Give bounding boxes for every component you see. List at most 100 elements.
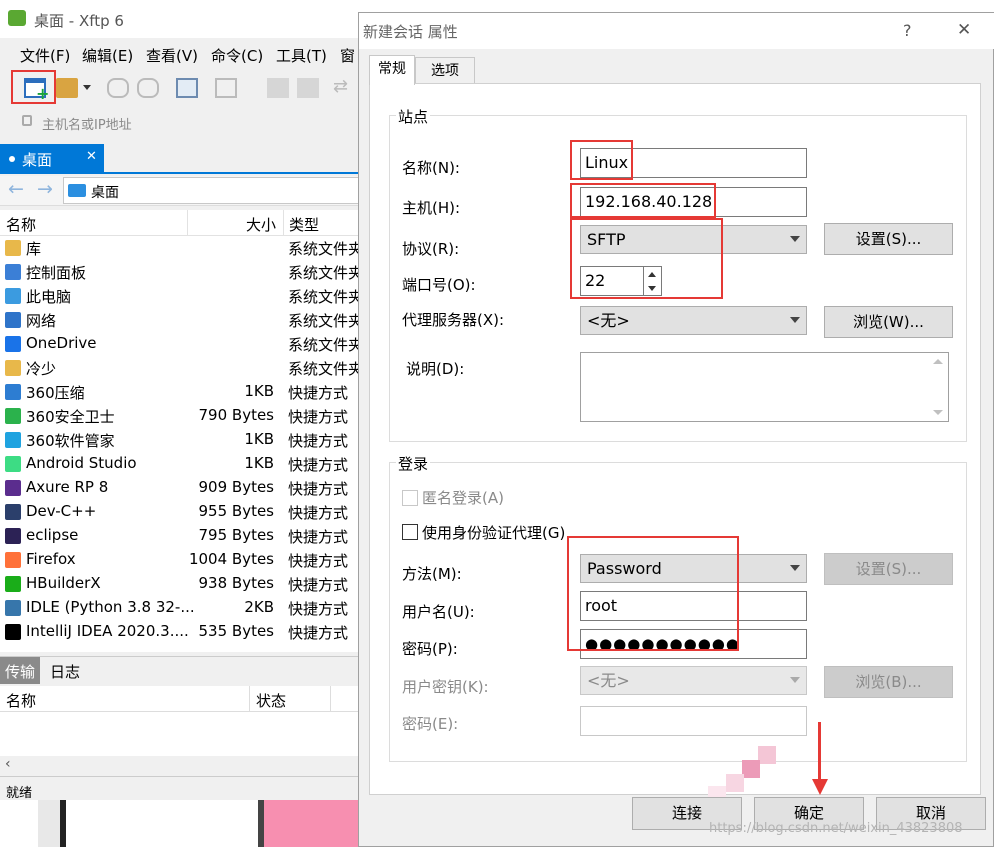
tab-desktop[interactable]: 桌面 ✕	[0, 144, 104, 174]
file-row[interactable]: 此电脑 系统文件夹	[0, 284, 360, 308]
proxy-select[interactable]: <无>	[580, 306, 807, 335]
file-row[interactable]: eclipse 795 Bytes 快捷方式	[0, 524, 360, 548]
tab-close-icon[interactable]: ✕	[86, 149, 97, 164]
transfer-tabs: 传输 日志	[0, 656, 360, 684]
file-row[interactable]: OneDrive 系统文件夹	[0, 332, 360, 356]
username-label: 用户名(U):	[402, 603, 475, 621]
tab-transfer[interactable]: 传输	[0, 657, 40, 684]
transfer-icon: ⇄	[333, 76, 349, 97]
file-row[interactable]: IDLE (Python 3.8 32-... 2KB 快捷方式	[0, 596, 360, 620]
horizontal-scrollbar[interactable]: ‹	[0, 756, 360, 774]
file-row[interactable]: 360安全卫士 790 Bytes 快捷方式	[0, 404, 360, 428]
transfer-column-name[interactable]: 名称	[6, 690, 36, 711]
file-size: 2KB	[244, 598, 274, 616]
userkey-select[interactable]: <无>	[580, 666, 807, 695]
tab-log[interactable]: 日志	[50, 661, 80, 682]
file-row[interactable]: 360压缩 1KB 快捷方式	[0, 380, 360, 404]
file-name: 360软件管家	[26, 432, 115, 450]
file-row[interactable]: IntelliJ IDEA 2020.3.... 535 Bytes 快捷方式	[0, 620, 360, 644]
session-settings-icon[interactable]	[176, 78, 198, 98]
file-row[interactable]: 控制面板 系统文件夹	[0, 260, 360, 284]
file-name: Firefox	[26, 550, 76, 568]
protocol-label: 协议(R):	[402, 240, 460, 258]
mosaic-decoration	[708, 746, 788, 798]
tab-options[interactable]: 选项	[415, 57, 475, 84]
file-name: Axure RP 8	[26, 478, 109, 496]
menu-edit[interactable]: 编辑(E)	[82, 45, 133, 66]
file-icon	[5, 432, 21, 448]
userkey-browse-button[interactable]: 浏览(B)...	[824, 666, 953, 698]
file-row[interactable]: Firefox 1004 Bytes 快捷方式	[0, 548, 360, 572]
menu-tools[interactable]: 工具(T)	[276, 45, 327, 66]
file-row[interactable]: Axure RP 8 909 Bytes 快捷方式	[0, 476, 360, 500]
menu-file[interactable]: 文件(F)	[20, 45, 70, 66]
file-row[interactable]: HBuilderX 938 Bytes 快捷方式	[0, 572, 360, 596]
method-settings-button[interactable]: 设置(S)...	[824, 553, 953, 585]
login-group-label: 登录	[396, 453, 431, 474]
open-dropdown-icon[interactable]	[83, 85, 91, 90]
back-arrow-icon[interactable]: ←	[8, 178, 24, 200]
transfer-column-status[interactable]: 状态	[256, 690, 286, 711]
agent-checkbox[interactable]	[402, 524, 418, 540]
file-row[interactable]: 360软件管家 1KB 快捷方式	[0, 428, 360, 452]
open-folder-icon[interactable]	[56, 78, 78, 98]
menu-window[interactable]: 窗	[340, 45, 355, 66]
userkey-value: <无>	[587, 671, 630, 690]
file-row[interactable]: 冷少 系统文件夹	[0, 356, 360, 380]
address-input[interactable]: 主机名或IP地址	[42, 114, 132, 133]
dialog-titlebar: 新建会话 属性 ? ✕	[359, 13, 994, 49]
scroll-down-icon[interactable]	[933, 410, 943, 415]
transfer-list	[0, 712, 360, 756]
file-name: HBuilderX	[26, 574, 101, 592]
xftp-menubar: 文件(F) 编辑(E) 查看(V) 命令(C) 工具(T) 窗	[0, 38, 360, 70]
highlight-name	[570, 140, 633, 180]
file-size: 1KB	[244, 454, 274, 472]
column-type[interactable]: 类型	[289, 214, 319, 235]
description-textarea[interactable]	[580, 352, 949, 422]
tab-general[interactable]: 常规	[369, 55, 415, 85]
scroll-up-icon[interactable]	[933, 359, 943, 364]
proxy-value: <无>	[587, 311, 630, 330]
file-icon	[5, 576, 21, 592]
file-type: 快捷方式	[288, 624, 349, 642]
file-icon	[5, 456, 21, 472]
file-icon	[5, 600, 21, 616]
file-icon	[5, 288, 21, 304]
file-row[interactable]: 库 系统文件夹	[0, 236, 360, 260]
file-size: 955 Bytes	[198, 502, 275, 520]
anonymous-checkbox[interactable]	[402, 490, 418, 506]
scroll-left-icon[interactable]: ‹	[5, 756, 11, 772]
file-size: 1004 Bytes	[188, 550, 274, 568]
file-row[interactable]: Dev-C++ 955 Bytes 快捷方式	[0, 500, 360, 524]
file-type: 快捷方式	[288, 504, 349, 522]
protocol-settings-button[interactable]: 设置(S)...	[824, 223, 953, 255]
help-button[interactable]: ?	[903, 21, 912, 40]
menu-view[interactable]: 查看(V)	[146, 45, 198, 66]
file-icon	[5, 312, 21, 328]
method-label: 方法(M):	[402, 565, 462, 583]
userkey-label: 用户密钥(K):	[402, 678, 489, 696]
proxy-browse-button[interactable]: 浏览(W)...	[824, 306, 953, 338]
status-text: 就绪	[6, 786, 33, 801]
tab-desktop-label: 桌面	[22, 151, 53, 169]
column-name[interactable]: 名称	[6, 214, 36, 235]
file-row[interactable]: 网络 系统文件夹	[0, 308, 360, 332]
path-input[interactable]: 桌面	[63, 177, 360, 204]
strip-block	[264, 800, 360, 847]
anonymous-label: 匿名登录(A)	[422, 489, 504, 507]
menu-command[interactable]: 命令(C)	[211, 45, 263, 66]
xftp-window-title: 桌面 - Xftp 6	[34, 12, 124, 30]
file-icon	[5, 384, 21, 400]
file-row[interactable]: Android Studio 1KB 快捷方式	[0, 452, 360, 476]
file-type: 系统文件夹	[288, 360, 360, 378]
passphrase-input[interactable]	[580, 706, 807, 736]
forward-arrow-icon[interactable]: →	[37, 178, 53, 200]
connect-icon	[107, 78, 129, 98]
file-icon	[5, 408, 21, 424]
file-type: 快捷方式	[288, 576, 349, 594]
file-size: 938 Bytes	[198, 574, 275, 592]
file-name: 360压缩	[26, 384, 85, 402]
close-button[interactable]: ✕	[957, 20, 971, 40]
column-size[interactable]: 大小	[246, 214, 276, 235]
file-name: Dev-C++	[26, 502, 97, 520]
